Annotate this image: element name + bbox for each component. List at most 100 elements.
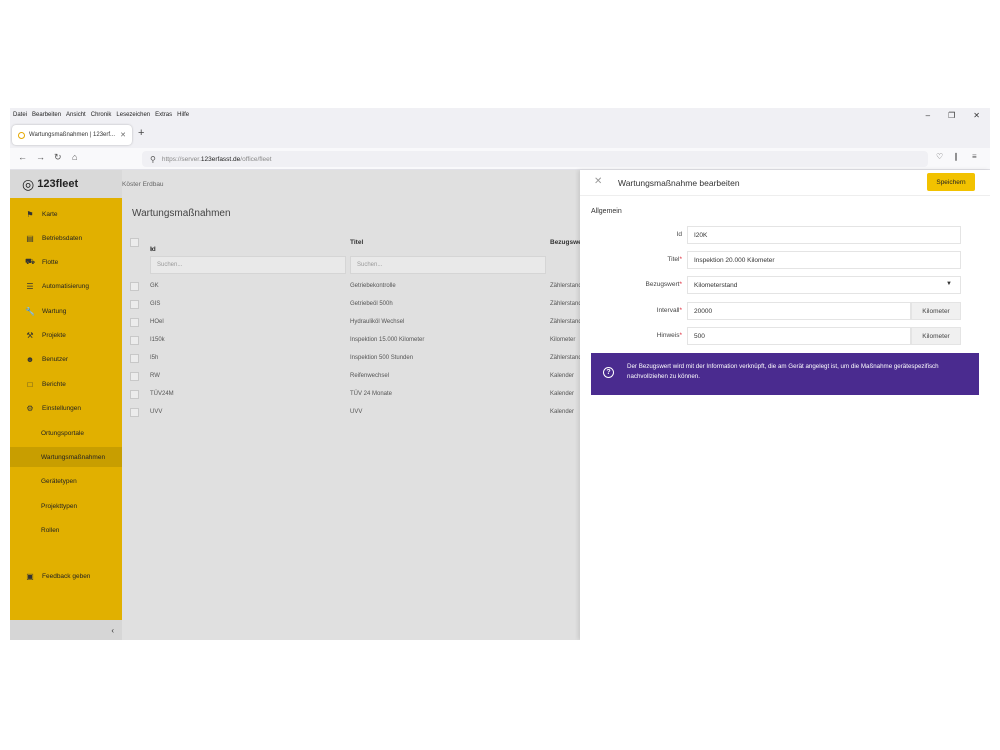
sidebar-subitem-rollen[interactable]: Rollen <box>10 520 122 540</box>
sidebar-item-flotte[interactable]: ⛟ Flotte <box>10 251 122 273</box>
info-text: Der Bezugswert wird mit der Information … <box>627 363 939 380</box>
intervall-field[interactable]: 20000 <box>687 302 911 320</box>
save-button[interactable]: Speichern <box>927 173 975 191</box>
row-checkbox[interactable] <box>130 372 139 381</box>
sidebar-item-karte[interactable]: ⚑ Karte <box>10 203 122 225</box>
window-controls: – ❐ ✕ <box>926 108 980 122</box>
sidebar-collapse-button[interactable]: ‹ <box>10 620 122 640</box>
sidebar-item-label: Einstellungen <box>42 404 82 412</box>
tab-close-icon[interactable]: ✕ <box>120 131 126 139</box>
users-icon: ☻ <box>25 354 35 364</box>
report-icon: □ <box>27 379 33 389</box>
library-icon[interactable]: ∥ <box>954 152 958 161</box>
reload-icon[interactable]: ↻ <box>54 152 62 163</box>
row-checkbox[interactable] <box>130 300 139 309</box>
browser-tab[interactable]: Wartungsmaßnahmen | 123erf... ✕ <box>12 125 132 145</box>
sidebar-item-projekte[interactable]: ⚒ Projekte <box>10 324 122 346</box>
row-checkbox[interactable] <box>130 390 139 399</box>
back-icon[interactable]: ← <box>18 152 27 162</box>
titel-label: Titel* <box>667 256 682 263</box>
feedback-button[interactable]: ▣ Feedback geben <box>10 565 122 587</box>
forward-icon[interactable]: → <box>36 152 45 162</box>
bezugswert-select[interactable]: Kilometerstand ▼ <box>687 276 961 294</box>
menu-chronik[interactable]: Chronik <box>91 112 112 118</box>
url-domain: 123erfasst.de <box>200 155 241 163</box>
bezugswert-label: Bezugswert* <box>645 281 683 288</box>
cell-id: I5h <box>150 355 159 361</box>
table-row[interactable]: UVV UVV Kalender <box>122 404 580 422</box>
url-bar[interactable]: ⚲ https://server. 123erfasst.de /office/… <box>142 151 928 167</box>
hamburger-menu-icon[interactable]: ≡ <box>972 152 977 161</box>
row-checkbox[interactable] <box>130 408 139 417</box>
hinweis-field[interactable]: 500 <box>687 327 911 345</box>
id-label: Id <box>676 231 682 238</box>
company-name: Köster Erdbau <box>122 180 164 188</box>
filter-titel-input[interactable]: Suchen... <box>350 256 546 274</box>
id-field[interactable]: I20K <box>687 226 961 244</box>
close-icon[interactable]: ✕ <box>594 176 602 187</box>
row-checkbox[interactable] <box>130 282 139 291</box>
cell-titel: Inspektion 15.000 Kilometer <box>350 337 425 343</box>
filter-id-input[interactable]: Suchen... <box>150 256 346 274</box>
intervall-label-text: Intervall <box>656 307 680 314</box>
logo-mark-icon: ◎ <box>22 175 35 192</box>
home-icon[interactable]: ⌂ <box>72 152 77 162</box>
sidebar-item-berichte[interactable]: □ Berichte <box>10 373 122 395</box>
cell-id: RW <box>150 373 160 379</box>
table-row[interactable]: GK Getriebekontrolle Zählerstand <box>122 278 582 296</box>
minimize-icon[interactable]: – <box>926 111 930 120</box>
sidebar-item-label: Karte <box>42 210 58 218</box>
sidebar-item-automatisierung[interactable]: ☰ Automatisierung <box>10 275 122 297</box>
info-banner: ? Der Bezugswert wird mit der Informatio… <box>591 353 979 395</box>
titel-label-text: Titel <box>667 256 680 263</box>
sidebar-item-label: Wartung <box>42 307 67 315</box>
row-checkbox[interactable] <box>130 336 139 345</box>
table-row[interactable]: RW Reifenwechsel Kalender <box>122 368 580 386</box>
table-row[interactable]: HOel Hydrauliköl Wechsel Zählerstand <box>122 314 582 332</box>
cell-id: GK <box>150 283 159 289</box>
cell-titel: Inspektion 500 Stunden <box>350 355 414 361</box>
cell-titel: Reifenwechsel <box>350 373 390 379</box>
table-row[interactable]: GIS Getriebeöl 500h Zählerstand <box>122 296 582 314</box>
menu-lesezeichen[interactable]: Lesezeichen <box>116 112 150 118</box>
sidebar-item-label: Projekte <box>42 331 66 339</box>
cell-titel: Getriebeöl 500h <box>350 301 393 307</box>
cell-bezugswert: Kilometer <box>550 337 576 343</box>
row-checkbox[interactable] <box>130 318 139 327</box>
select-all-checkbox[interactable] <box>130 238 139 247</box>
cell-bezugswert: Kalender <box>550 409 575 415</box>
sidebar-item-betriebsdaten[interactable]: ▤ Betriebsdaten <box>10 227 122 249</box>
sidebar-subitem-ortungsportale[interactable]: Ortungsportale <box>10 423 122 443</box>
sidebar-subitem-projekttypen[interactable]: Projekttypen <box>10 496 122 516</box>
menu-extras[interactable]: Extras <box>155 112 172 118</box>
cell-bezugswert: Zählerstand <box>550 283 582 289</box>
table-row[interactable]: I5h Inspektion 500 Stunden Zählerstand <box>122 350 582 368</box>
sidebar-subitem-wartungsmassnahmen[interactable]: Wartungsmaßnahmen <box>10 447 122 467</box>
sidebar-item-benutzer[interactable]: ☻ Benutzer <box>10 348 122 370</box>
menu-ansicht[interactable]: Ansicht <box>66 112 86 118</box>
sidebar-subitem-label: Wartungsmaßnahmen <box>41 453 106 461</box>
table-row[interactable]: I150k Inspektion 15.000 Kilometer Kilome… <box>122 332 580 350</box>
chevron-down-icon: ▼ <box>946 281 952 287</box>
pocket-icon[interactable]: ♡ <box>936 152 943 161</box>
url-prefix: https://server. <box>161 155 201 163</box>
menu-bar: Datei Bearbeiten Ansicht Chronik Lesezei… <box>10 108 990 122</box>
menu-datei[interactable]: Datei <box>13 112 27 118</box>
intervall-label: Intervall* <box>656 307 682 314</box>
sidebar-item-einstellungen[interactable]: ⚙ Einstellungen <box>10 397 122 419</box>
menu-hilfe[interactable]: Hilfe <box>177 112 189 118</box>
new-tab-icon[interactable]: + <box>138 127 144 139</box>
sidebar-subitem-geraetetypen[interactable]: Gerätetypen <box>10 471 122 491</box>
truck-icon: ⛟ <box>24 257 36 266</box>
close-window-icon[interactable]: ✕ <box>973 111 980 120</box>
menu-bearbeiten[interactable]: Bearbeiten <box>32 112 61 118</box>
titel-field[interactable]: Inspektion 20.000 Kilometer <box>687 251 961 269</box>
column-header-titel[interactable]: Titel <box>350 239 363 246</box>
row-checkbox[interactable] <box>130 354 139 363</box>
restore-icon[interactable]: ❐ <box>948 111 955 120</box>
gear-icon: ⚙ <box>26 403 34 413</box>
sidebar-item-wartung[interactable]: 🔧 Wartung <box>10 300 122 322</box>
table-row[interactable]: TÜV24M TÜV 24 Monate Kalender <box>122 386 580 404</box>
panel-title: Wartungsmaßnahme bearbeiten <box>618 178 740 188</box>
cell-titel: TÜV 24 Monate <box>350 391 393 397</box>
